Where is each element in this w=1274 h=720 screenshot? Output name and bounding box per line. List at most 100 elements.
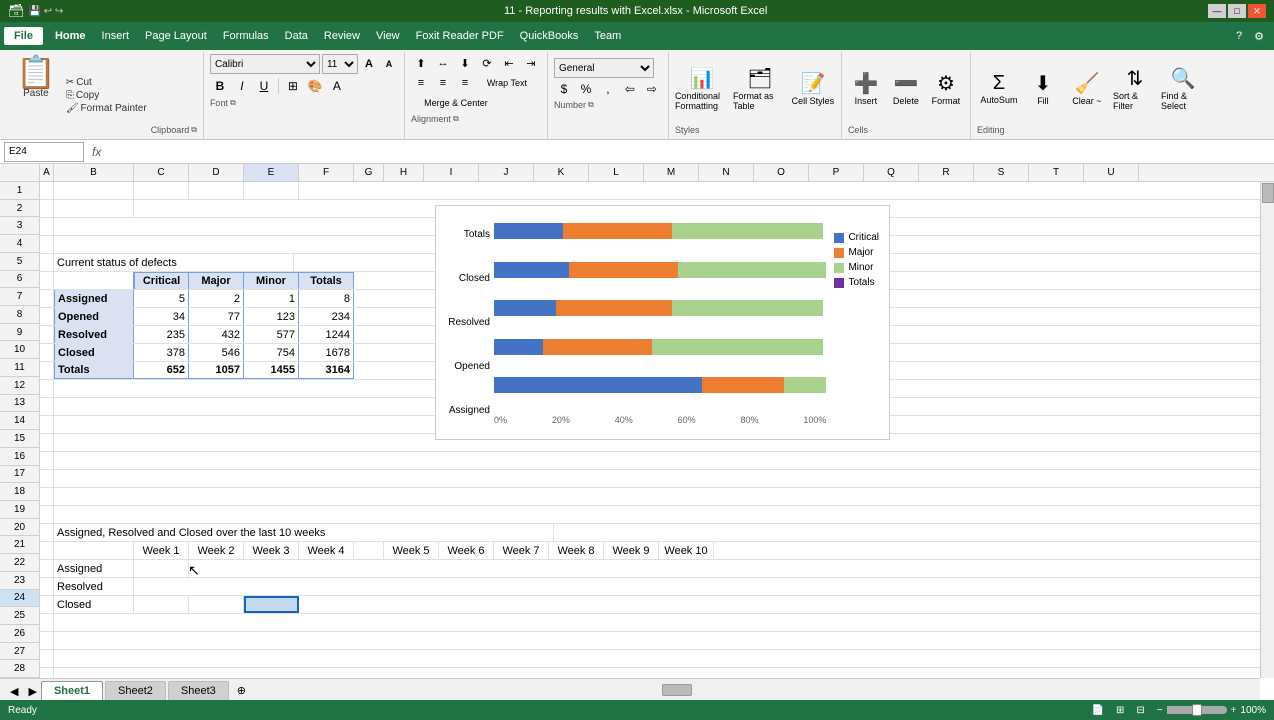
sort-filter-btn[interactable]: ⇅ Sort & Filter [1113, 66, 1157, 111]
cell-A13[interactable] [40, 398, 54, 415]
cell-rest-27[interactable] [54, 650, 1260, 667]
row-header-1[interactable]: 1 [0, 182, 39, 200]
cell-A20[interactable] [40, 524, 54, 541]
row-header-15[interactable]: 15 [0, 430, 39, 448]
cell-F10[interactable]: 1678 [299, 344, 354, 361]
cell-J21[interactable]: Week 7 [494, 542, 549, 559]
cell-E11[interactable]: 1455 [244, 362, 299, 379]
status-layout-normal[interactable]: 📄 [1092, 705, 1104, 716]
row-header-10[interactable]: 10 [0, 341, 39, 359]
col-header-J[interactable]: J [479, 164, 534, 181]
menu-review[interactable]: Review [316, 27, 368, 45]
cell-A10[interactable] [40, 344, 54, 361]
col-header-P[interactable]: P [809, 164, 864, 181]
cell-rest-22[interactable] [189, 560, 1260, 577]
cell-C24[interactable] [134, 596, 189, 613]
zoom-out-btn[interactable]: − [1157, 705, 1163, 716]
cell-rest-1[interactable] [299, 182, 1260, 199]
cell-A7[interactable] [40, 290, 54, 307]
cell-A3[interactable] [40, 218, 54, 235]
decrease-decimal-btn[interactable]: ⇦ [620, 80, 640, 98]
cell-A24[interactable] [40, 596, 54, 613]
menu-quickbooks[interactable]: QuickBooks [512, 27, 587, 45]
cell-D21[interactable]: Week 2 [189, 542, 244, 559]
find-select-btn[interactable]: 🔍 Find & Select [1161, 66, 1205, 111]
cell-A4[interactable] [40, 236, 54, 253]
row-header-12[interactable]: 12 [0, 377, 39, 395]
cell-A2[interactable] [40, 200, 54, 217]
col-header-H[interactable]: H [384, 164, 424, 181]
cell-B22[interactable]: Assigned [54, 560, 134, 577]
align-middle-btn[interactable]: ↔ [433, 54, 453, 72]
align-top-btn[interactable]: ⬆ [411, 54, 431, 72]
menu-foxit[interactable]: Foxit Reader PDF [408, 27, 512, 45]
clipboard-expand-icon[interactable]: ⧉ [191, 125, 197, 135]
row-header-28[interactable]: 28 [0, 660, 39, 678]
col-header-B[interactable]: B [54, 164, 134, 181]
row-header-25[interactable]: 25 [0, 607, 39, 625]
cell-rest-23[interactable] [134, 578, 1260, 595]
col-header-L[interactable]: L [589, 164, 644, 181]
cell-rest-26[interactable] [54, 632, 1260, 649]
cell-C10[interactable]: 378 [134, 344, 189, 361]
hscroll-thumb[interactable] [662, 684, 692, 696]
row-header-13[interactable]: 13 [0, 395, 39, 413]
cell-B7[interactable]: Assigned [54, 290, 134, 307]
cell-rest-18[interactable] [54, 488, 1260, 505]
col-header-C[interactable]: C [134, 164, 189, 181]
cell-B8[interactable]: Opened [54, 308, 134, 325]
cell-A14[interactable] [40, 416, 54, 433]
cell-A23[interactable] [40, 578, 54, 595]
formula-input[interactable] [109, 142, 1270, 162]
status-layout-page[interactable]: ⊞ [1116, 705, 1124, 716]
row-header-3[interactable]: 3 [0, 217, 39, 235]
cell-B23[interactable]: Resolved [54, 578, 134, 595]
sheet-tab-sheet1[interactable]: Sheet1 [41, 681, 103, 700]
cell-E24[interactable] [244, 596, 299, 613]
col-header-T[interactable]: T [1029, 164, 1084, 181]
cell-D6[interactable]: Major [189, 272, 244, 289]
format-painter-btn[interactable]: 🖌 Format Painter [66, 103, 147, 114]
vscroll-thumb[interactable] [1262, 183, 1274, 203]
cell-C9[interactable]: 235 [134, 326, 189, 343]
row-header-14[interactable]: 14 [0, 412, 39, 430]
cell-D8[interactable]: 77 [189, 308, 244, 325]
hscroll-bar[interactable] [660, 679, 1260, 700]
cell-B20[interactable]: Assigned, Resolved and Closed over the l… [54, 524, 554, 541]
close-btn[interactable]: ✕ [1248, 4, 1266, 18]
cell-E10[interactable]: 754 [244, 344, 299, 361]
col-header-O[interactable]: O [754, 164, 809, 181]
paste-btn[interactable]: 📋 Paste [10, 54, 62, 137]
cell-A5[interactable] [40, 254, 54, 271]
cell-styles-btn[interactable]: 📝 Cell Styles [791, 71, 835, 106]
cell-E8[interactable]: 123 [244, 308, 299, 325]
conditional-formatting-btn[interactable]: 📊 Conditional Formatting [675, 66, 729, 111]
col-header-F[interactable]: F [299, 164, 354, 181]
cell-E6[interactable]: Minor [244, 272, 299, 289]
name-box[interactable] [4, 142, 84, 162]
cell-A22[interactable] [40, 560, 54, 577]
font-size-select[interactable]: 11 [322, 54, 358, 74]
delete-cells-btn[interactable]: ➖ Delete [888, 71, 924, 106]
cell-D10[interactable]: 546 [189, 344, 244, 361]
cell-D9[interactable]: 432 [189, 326, 244, 343]
font-family-select[interactable]: Calibri [210, 54, 320, 74]
col-header-D[interactable]: D [189, 164, 244, 181]
cell-H21[interactable]: Week 5 [384, 542, 439, 559]
cell-B9[interactable]: Resolved [54, 326, 134, 343]
cell-A21[interactable] [40, 542, 54, 559]
menu-formulas[interactable]: Formulas [215, 27, 277, 45]
row-header-16[interactable]: 16 [0, 448, 39, 466]
cell-F21[interactable]: Week 4 [299, 542, 354, 559]
format-cells-btn[interactable]: ⚙ Format [928, 71, 964, 106]
cell-A12[interactable] [40, 380, 54, 397]
cell-A6[interactable] [40, 272, 54, 289]
increase-font-btn[interactable]: A [360, 55, 378, 73]
increase-decimal-btn[interactable]: ⇨ [642, 80, 662, 98]
cell-rest-28[interactable] [54, 668, 1260, 678]
cell-F9[interactable]: 1244 [299, 326, 354, 343]
row-header-7[interactable]: 7 [0, 288, 39, 306]
cell-A11[interactable] [40, 362, 54, 379]
menu-view[interactable]: View [368, 27, 408, 45]
cell-F7[interactable]: 8 [299, 290, 354, 307]
